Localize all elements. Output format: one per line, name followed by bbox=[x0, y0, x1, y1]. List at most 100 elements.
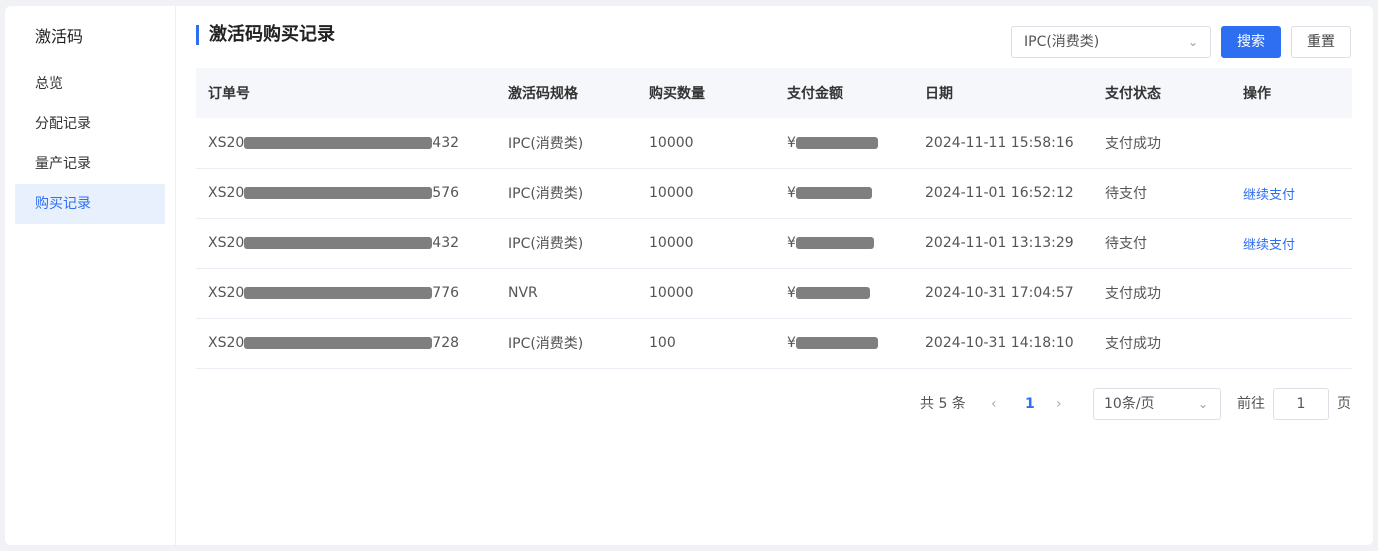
redacted-mask bbox=[795, 237, 874, 249]
page-title: 激活码购买记录 bbox=[196, 25, 335, 45]
reset-button[interactable]: 重置 bbox=[1291, 26, 1351, 58]
column-header-date: 日期 bbox=[913, 68, 1093, 118]
table-row: XS20 728 IPC(消费类) 100 ¥ 2024-10-31 14:18:… bbox=[196, 318, 1352, 369]
chevron-left-icon[interactable]: ‹ bbox=[991, 388, 997, 420]
redacted-mask bbox=[244, 187, 433, 199]
column-header-action: 操作 bbox=[1231, 68, 1352, 118]
chevron-down-icon: ⌄ bbox=[1187, 35, 1198, 49]
redacted-mask bbox=[244, 337, 433, 349]
amount-cell: ¥ bbox=[775, 168, 913, 219]
pagination-total: 共 5 条 bbox=[920, 396, 966, 412]
redacted-mask bbox=[795, 287, 870, 299]
currency-symbol: ¥ bbox=[787, 185, 796, 201]
spec-filter-select[interactable]: IPC(消费类) ⌄ bbox=[1011, 26, 1211, 58]
continue-pay-link[interactable]: 继续支付 bbox=[1243, 238, 1295, 253]
chevron-down-icon: ⌄ bbox=[1197, 397, 1208, 411]
sidebar-item-allocation-records[interactable]: 分配记录 bbox=[15, 104, 165, 144]
column-header-quantity: 购买数量 bbox=[637, 68, 775, 118]
order-no-cell: XS20 576 bbox=[196, 168, 496, 219]
redacted-mask bbox=[244, 136, 433, 149]
order-prefix: XS20 bbox=[208, 185, 245, 201]
spec-cell: IPC(消费类) bbox=[496, 118, 637, 169]
continue-pay-link[interactable]: 继续支付 bbox=[1243, 188, 1295, 203]
table-row: XS20 576 IPC(消费类) 10000 ¥ 2024-11-01 16:5… bbox=[196, 168, 1352, 219]
status-cell: 支付成功 bbox=[1093, 118, 1231, 169]
order-prefix: XS20 bbox=[208, 235, 245, 251]
order-suffix: 728 bbox=[432, 335, 460, 351]
date-cell: 2024-11-11 15:58:16 bbox=[913, 118, 1093, 169]
order-prefix: XS20 bbox=[208, 285, 245, 301]
order-no-cell: XS20 432 bbox=[196, 118, 496, 169]
quantity-cell: 10000 bbox=[637, 268, 775, 319]
action-cell bbox=[1231, 118, 1352, 169]
order-no-cell: XS20 728 bbox=[196, 318, 496, 369]
sidebar-item-purchase-records[interactable]: 购买记录 bbox=[15, 184, 165, 224]
table-row: XS20 776 NVR 10000 ¥ 2024-10-31 17:04:57 … bbox=[196, 268, 1352, 319]
redacted-mask bbox=[795, 337, 878, 349]
quantity-cell: 10000 bbox=[637, 118, 775, 169]
currency-symbol: ¥ bbox=[787, 235, 796, 251]
pagination: 共 5 条 ‹ 1 › 10条/页 ⌄ 前往 1 页 bbox=[176, 388, 1352, 420]
currency-symbol: ¥ bbox=[787, 335, 796, 351]
amount-cell: ¥ bbox=[775, 118, 913, 169]
header: 激活码购买记录 IPC(消费类) ⌄ 搜索 重置 bbox=[196, 6, 1352, 66]
order-suffix: 432 bbox=[432, 134, 460, 151]
date-cell: 2024-10-31 14:18:10 bbox=[913, 318, 1093, 369]
table-header-row: 订单号 激活码规格 购买数量 支付金额 日期 支付状态 操作 bbox=[196, 68, 1352, 118]
spec-cell: IPC(消费类) bbox=[496, 218, 637, 269]
order-suffix: 576 bbox=[432, 185, 460, 201]
column-header-status: 支付状态 bbox=[1093, 68, 1231, 118]
redacted-mask bbox=[244, 287, 433, 299]
column-header-order-no: 订单号 bbox=[196, 68, 496, 118]
amount-cell: ¥ bbox=[775, 318, 913, 369]
date-cell: 2024-10-31 17:04:57 bbox=[913, 268, 1093, 319]
redacted-mask bbox=[795, 187, 872, 199]
page-size-value: 10条/页 bbox=[1104, 396, 1155, 412]
purchase-records-table: 订单号 激活码规格 购买数量 支付金额 日期 支付状态 操作 XS20 432 I… bbox=[196, 68, 1352, 369]
date-cell: 2024-11-01 13:13:29 bbox=[913, 218, 1093, 269]
currency-symbol: ¥ bbox=[787, 134, 796, 151]
order-suffix: 776 bbox=[432, 285, 460, 301]
sidebar: 激活码 总览 分配记录 量产记录 购买记录 bbox=[5, 6, 176, 545]
status-cell: 支付成功 bbox=[1093, 268, 1231, 319]
redacted-mask bbox=[795, 136, 878, 149]
amount-cell: ¥ bbox=[775, 268, 913, 319]
status-cell: 待支付 bbox=[1093, 218, 1231, 269]
date-cell: 2024-11-01 16:52:12 bbox=[913, 168, 1093, 219]
status-cell: 待支付 bbox=[1093, 168, 1231, 219]
table-row: XS20 432 IPC(消费类) 10000 ¥ 2024-11-11 15:5… bbox=[196, 118, 1352, 169]
sidebar-item-production-records[interactable]: 量产记录 bbox=[15, 144, 165, 184]
column-header-spec: 激活码规格 bbox=[496, 68, 637, 118]
page-number-current[interactable]: 1 bbox=[1025, 388, 1035, 420]
column-header-amount: 支付金额 bbox=[775, 68, 913, 118]
sidebar-title: 激活码 bbox=[35, 27, 84, 46]
main-content: 激活码购买记录 IPC(消费类) ⌄ 搜索 重置 订单号 激活码规格 购买数量 … bbox=[176, 6, 1373, 545]
action-cell: 继续支付 bbox=[1231, 168, 1352, 219]
chevron-right-icon[interactable]: › bbox=[1056, 388, 1062, 420]
goto-label: 前往 bbox=[1237, 396, 1265, 412]
currency-symbol: ¥ bbox=[787, 285, 796, 301]
spec-cell: NVR bbox=[496, 268, 637, 319]
spec-cell: IPC(消费类) bbox=[496, 318, 637, 369]
action-cell bbox=[1231, 268, 1352, 319]
amount-cell: ¥ bbox=[775, 218, 913, 269]
quantity-cell: 10000 bbox=[637, 168, 775, 219]
page-size-select[interactable]: 10条/页 ⌄ bbox=[1093, 388, 1221, 420]
action-cell bbox=[1231, 318, 1352, 369]
quantity-cell: 100 bbox=[637, 318, 775, 369]
order-prefix: XS20 bbox=[208, 134, 245, 151]
goto-page-input[interactable]: 1 bbox=[1273, 388, 1329, 420]
redacted-mask bbox=[244, 237, 433, 249]
status-cell: 支付成功 bbox=[1093, 318, 1231, 369]
order-prefix: XS20 bbox=[208, 335, 245, 351]
action-cell: 继续支付 bbox=[1231, 218, 1352, 269]
quantity-cell: 10000 bbox=[637, 218, 775, 269]
order-no-cell: XS20 432 bbox=[196, 218, 496, 269]
main-card: 激活码 总览 分配记录 量产记录 购买记录 激活码购买记录 IPC(消费类) ⌄… bbox=[5, 6, 1373, 545]
page-suffix-label: 页 bbox=[1337, 396, 1351, 412]
spec-cell: IPC(消费类) bbox=[496, 168, 637, 219]
sidebar-item-overview[interactable]: 总览 bbox=[15, 64, 165, 104]
order-suffix: 432 bbox=[432, 235, 460, 251]
search-button[interactable]: 搜索 bbox=[1221, 26, 1281, 58]
spec-filter-value: IPC(消费类) bbox=[1024, 34, 1100, 50]
